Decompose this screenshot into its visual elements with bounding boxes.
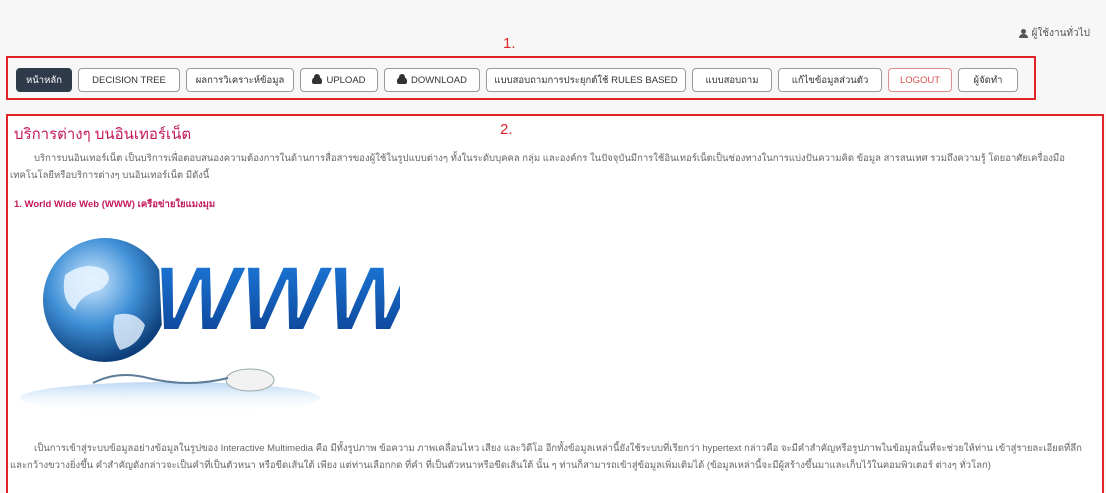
- nav-download-label: DOWNLOAD: [411, 74, 467, 86]
- navbar: หน้าหลัก DECISION TREE ผลการวิเคราะห์ข้อ…: [16, 68, 1018, 92]
- annotation-label-2: 2.: [500, 121, 513, 138]
- user-link-label: ผู้ใช้งานทั่วไป: [1031, 28, 1090, 39]
- general-user-link[interactable]: ผู้ใช้งานทั่วไป: [1018, 26, 1090, 41]
- mouse-shape: [225, 368, 275, 392]
- nav-logout-label: LOGOUT: [899, 74, 941, 86]
- nav-home-button[interactable]: หน้าหลัก: [16, 68, 72, 92]
- svg-text:WWW: WWW: [142, 247, 400, 350]
- nav-rules-survey-button[interactable]: แบบสอบถามการประยุกต์ใช้ RULES BASED: [486, 68, 686, 92]
- www-subheading: 1. World Wide Web (WWW) เครือข่ายใยแมงมุ…: [14, 199, 216, 210]
- nav-survey-label: แบบสอบถาม: [705, 74, 759, 86]
- www-text-shape: WWW: [141, 246, 400, 351]
- cloud-upload-icon: [312, 73, 323, 84]
- nav-decision-tree-label: DECISION TREE: [92, 74, 166, 86]
- nav-upload-button[interactable]: UPLOAD: [300, 68, 378, 92]
- intro-paragraph: บริการบนอินเทอร์เน็ต เป็นบริการเพื่อตอบส…: [10, 153, 1065, 181]
- nav-analysis-label: ผลการวิเคราะห์ข้อมูล: [195, 74, 285, 86]
- cloud-download-icon: [397, 73, 408, 84]
- nav-home-label: หน้าหลัก: [26, 74, 62, 86]
- nav-survey-button[interactable]: แบบสอบถาม: [692, 68, 772, 92]
- nav-upload-label: UPLOAD: [326, 74, 366, 86]
- www-globe-image: WWW: [20, 238, 400, 414]
- nav-download-button[interactable]: DOWNLOAD: [384, 68, 480, 92]
- page: ผู้ใช้งานทั่วไป 1. หน้าหลัก DECISION TRE…: [0, 0, 1106, 493]
- page-title: บริการต่างๆ บนอินเทอร์เน็ต: [14, 126, 192, 143]
- nav-analysis-button[interactable]: ผลการวิเคราะห์ข้อมูล: [186, 68, 294, 92]
- user-icon: [1018, 29, 1028, 38]
- nav-edit-profile-button[interactable]: แก้ไขข้อมูลส่วนตัว: [778, 68, 882, 92]
- nav-rules-survey-label: แบบสอบถามการประยุกต์ใช้ RULES BASED: [494, 74, 678, 86]
- nav-edit-profile-label: แก้ไขข้อมูลส่วนตัว: [791, 74, 869, 86]
- nav-decision-tree-button[interactable]: DECISION TREE: [78, 68, 180, 92]
- nav-creators-label: ผู้จัดทำ: [973, 74, 1003, 86]
- nav-logout-button[interactable]: LOGOUT: [888, 68, 952, 92]
- annotation-label-1: 1.: [503, 35, 516, 52]
- nav-creators-button[interactable]: ผู้จัดทำ: [958, 68, 1018, 92]
- www-description-paragraph: เป็นการเข้าสู่ระบบข้อมูลอย่างข้อมูลในรูป…: [10, 443, 1082, 471]
